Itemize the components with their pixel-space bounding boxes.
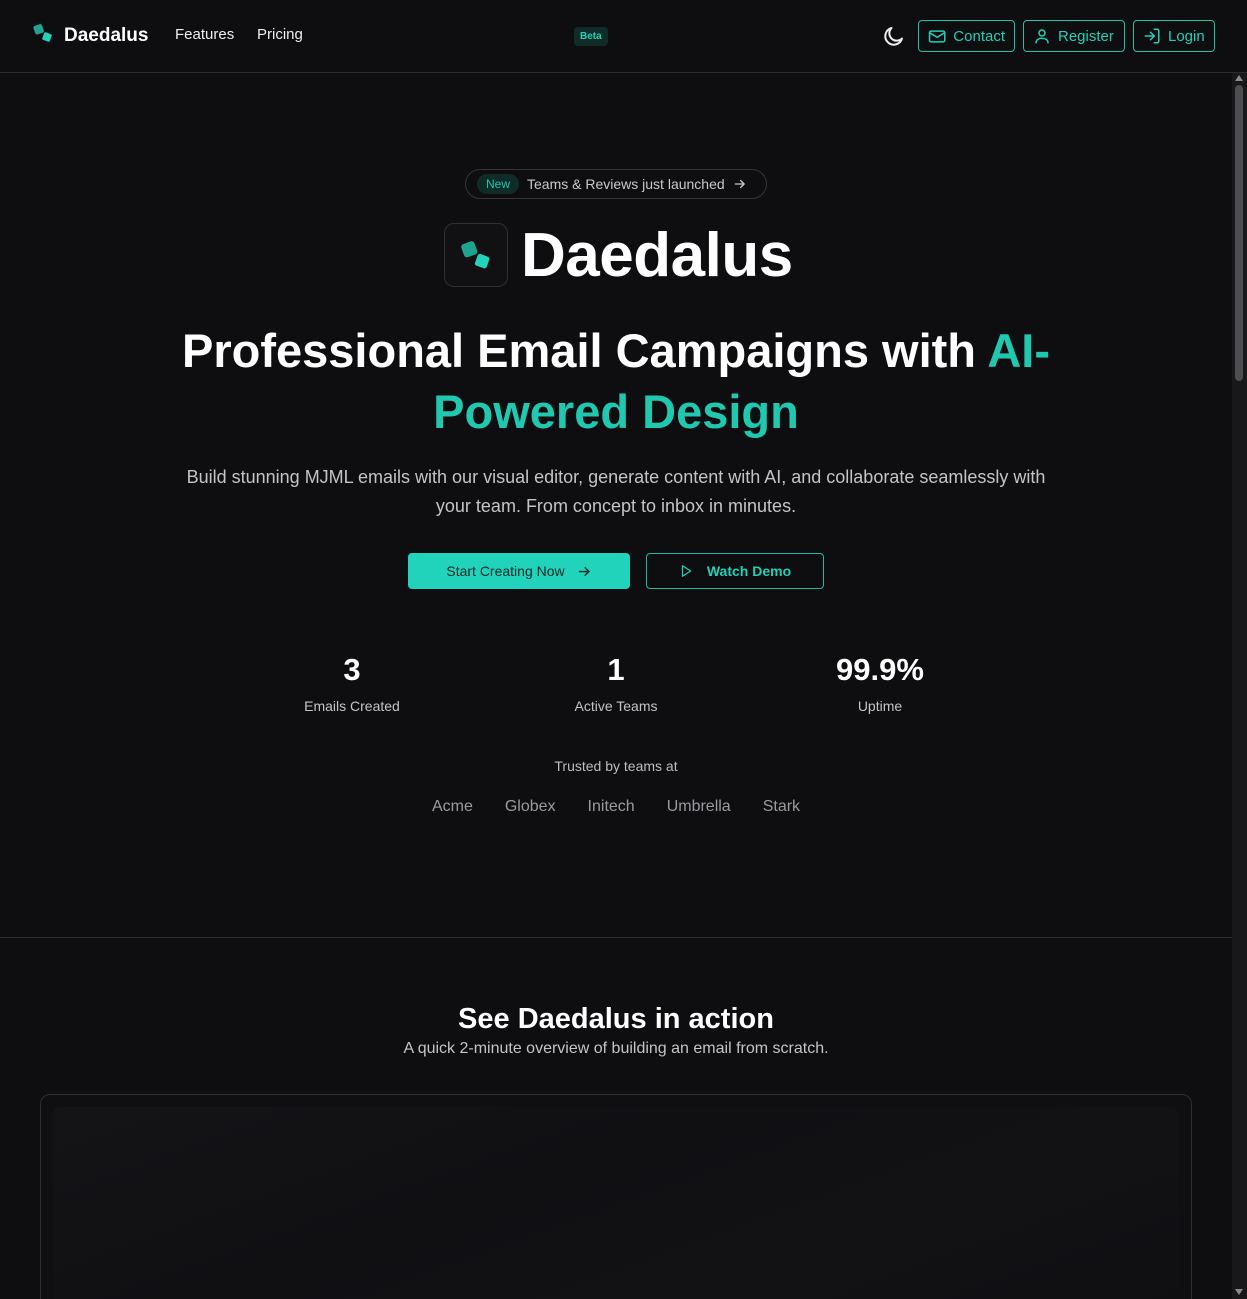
register-button[interactable]: Register (1023, 20, 1125, 52)
announcement-pill[interactable]: New Teams & Reviews just launched (465, 169, 767, 199)
beta-badge: Beta (574, 27, 608, 46)
stat-label: Uptime (857, 698, 903, 714)
moon-icon (884, 27, 903, 46)
company-logo: Globex (504, 798, 556, 815)
headline-plain: Professional Email Campaigns with (182, 324, 988, 377)
stat-uptime: 99.9% Uptime (780, 652, 980, 714)
company-logo: Acme (431, 798, 473, 815)
arrow-right-icon (578, 566, 590, 576)
section-divider (0, 937, 1232, 938)
scrollbar[interactable] (1232, 73, 1247, 1299)
scroll-down-arrow-icon[interactable] (1235, 1289, 1243, 1295)
demo-section-title: See Daedalus in action (458, 1003, 774, 1035)
mail-icon (928, 29, 946, 43)
logo-icon (32, 22, 54, 49)
watch-demo-button[interactable]: Watch Demo (646, 553, 824, 589)
hero-subtext: Build stunning MJML emails with our visu… (186, 467, 1046, 516)
logo-icon (461, 241, 490, 269)
brand-name: Daedalus (64, 24, 149, 46)
announcement-badge: New (477, 174, 520, 194)
stat-value: 99.9% (836, 652, 924, 687)
announcement-text: Teams & Reviews just launched (527, 176, 725, 192)
page: Daedalus Features Pricing Beta Contact R… (0, 0, 1247, 1299)
contact-button[interactable]: Contact (918, 20, 1015, 52)
headline: Professional Email Campaigns with AI-Pow… (120, 320, 1112, 442)
play-icon (681, 565, 692, 577)
company-logo: Stark (762, 798, 801, 815)
arrow-right-icon (734, 179, 745, 189)
login-button[interactable]: Login (1133, 20, 1215, 52)
company-logo: Umbrella (666, 798, 731, 815)
login-icon (1144, 28, 1160, 44)
register-label: Register (1058, 27, 1114, 45)
stat-label: Emails Created (304, 698, 400, 714)
user-icon (1035, 29, 1049, 44)
navbar: Daedalus Features Pricing Beta Contact R… (0, 0, 1247, 73)
company-logo: Initech (587, 798, 635, 815)
stat-emails-created: 3 Emails Created (252, 652, 452, 714)
demo-section-subtitle: A quick 2-minute overview of building an… (403, 1040, 829, 1057)
start-creating-button[interactable]: Start Creating Now (408, 553, 630, 589)
stat-label: Active Teams (574, 698, 658, 714)
hero-title: Daedalus (521, 221, 793, 290)
stat-active-teams: 1 Active Teams (516, 652, 716, 714)
demo-video-frame (40, 1094, 1192, 1299)
hero-logo (444, 223, 508, 287)
trusted-label: Trusted by teams at (554, 758, 678, 774)
theme-toggle-button[interactable] (882, 24, 906, 48)
company-logos: Acme Globex Initech Umbrella Stark (416, 798, 816, 816)
scroll-thumb[interactable] (1235, 85, 1243, 381)
scroll-up-arrow-icon[interactable] (1235, 75, 1243, 81)
nav-link-pricing[interactable]: Pricing (257, 26, 303, 43)
watch-demo-label: Watch Demo (706, 563, 792, 579)
brand[interactable]: Daedalus (32, 22, 148, 49)
start-creating-label: Start Creating Now (446, 563, 565, 579)
demo-video-player[interactable] (53, 1107, 1179, 1299)
stat-value: 1 (607, 652, 625, 687)
nav-link-features[interactable]: Features (175, 26, 234, 43)
contact-label: Contact (953, 27, 1005, 45)
login-label: Login (1168, 27, 1205, 45)
stat-value: 3 (343, 652, 361, 687)
